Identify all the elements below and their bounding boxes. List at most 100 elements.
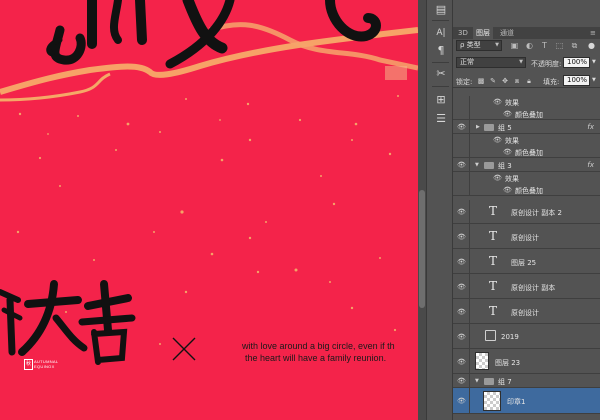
eye-icon[interactable]: 👁︎ bbox=[503, 148, 512, 156]
panel-tabs: 3D 图层 通道 ≡ bbox=[453, 27, 600, 39]
tab-layers[interactable]: 图层 bbox=[473, 27, 493, 39]
layer-row[interactable]: 👁︎ 2019 bbox=[453, 324, 600, 349]
layer-thumbnail bbox=[475, 352, 489, 370]
layer-row[interactable]: 👁︎ T 原创设计 副本 2 bbox=[453, 200, 600, 224]
eye-icon[interactable]: 👁︎ bbox=[493, 136, 502, 144]
fill-field[interactable]: 100% bbox=[563, 75, 590, 86]
fx-icon[interactable]: fx bbox=[587, 123, 594, 131]
layer-name: 颜色叠加 bbox=[515, 187, 543, 195]
eye-icon[interactable]: 👁︎ bbox=[457, 123, 466, 131]
lock-artboard-icon[interactable]: ⧈ bbox=[513, 77, 521, 85]
scrollbar-thumb[interactable] bbox=[419, 190, 425, 308]
folder-icon bbox=[484, 378, 494, 385]
chevron-down-icon: ▼ bbox=[519, 59, 523, 65]
layer-row-selected[interactable]: 👁︎ 印章1 bbox=[453, 388, 600, 414]
eye-column-divider bbox=[469, 249, 470, 273]
lock-pixels-icon[interactable]: ✎ bbox=[489, 77, 497, 85]
filter-pixel-icon[interactable]: ▣ bbox=[510, 41, 519, 50]
clone-source-icon[interactable]: ⊞ bbox=[433, 92, 449, 108]
canvas-vertical-scrollbar[interactable] bbox=[418, 0, 426, 420]
paragraph-icon[interactable]: ¶ bbox=[433, 43, 449, 59]
layer-filter-select[interactable]: ρ 类型 ▼ bbox=[456, 40, 502, 51]
layer-row[interactable]: 👁︎ T 原创设计 副本 bbox=[453, 274, 600, 299]
eye-icon[interactable]: 👁︎ bbox=[457, 283, 466, 291]
filter-type-icon[interactable]: T bbox=[540, 41, 549, 50]
layer-thumbnail bbox=[483, 391, 501, 411]
lock-label: 锁定: bbox=[456, 78, 473, 86]
eye-column-divider bbox=[469, 184, 470, 195]
layer-effect-row[interactable]: 👁︎ 颜色叠加 bbox=[453, 108, 600, 120]
eye-column-divider bbox=[469, 96, 470, 108]
lock-position-icon[interactable]: ✥ bbox=[501, 77, 509, 85]
eye-column-divider bbox=[469, 200, 470, 223]
layer-row[interactable]: 👁︎ T 原创设计 bbox=[453, 224, 600, 249]
blend-mode-select[interactable]: 正常 ▼ bbox=[456, 57, 526, 68]
tab-3d[interactable]: 3D bbox=[455, 27, 471, 39]
layer-effect-row[interactable]: 👁︎ 颜色叠加 bbox=[453, 184, 600, 196]
opacity-field[interactable]: 100% bbox=[563, 57, 590, 68]
chevron-down-icon[interactable]: ▼ bbox=[592, 59, 600, 65]
fill-label: 填充: bbox=[543, 78, 560, 86]
filter-shape-icon[interactable]: ⬚ bbox=[555, 41, 564, 50]
eye-icon[interactable]: 👁︎ bbox=[457, 397, 466, 405]
layer-name: 效果 bbox=[505, 99, 519, 107]
fx-icon[interactable]: fx bbox=[587, 161, 594, 169]
filter-adjustment-icon[interactable]: ◐ bbox=[525, 41, 534, 50]
eye-column-divider bbox=[469, 108, 470, 119]
eye-column-divider bbox=[469, 146, 470, 157]
eye-icon[interactable]: 👁︎ bbox=[503, 186, 512, 194]
layer-name: 效果 bbox=[505, 175, 519, 183]
layer-group-row[interactable]: 👁︎ ▼ 组 7 bbox=[453, 374, 600, 388]
eye-column-divider bbox=[469, 172, 470, 184]
chevron-down-icon[interactable]: ▼ bbox=[475, 162, 479, 168]
english-caption-line-2: the heart will have a family reunion. bbox=[245, 353, 387, 363]
equinox-tag: AUTUMNAL EQUINOX bbox=[34, 359, 58, 369]
character-icon[interactable]: A| bbox=[433, 25, 449, 41]
layer-group-row[interactable]: 👁︎ ▶ 组 5 fx bbox=[453, 120, 600, 134]
filter-toggle-icon[interactable]: ● bbox=[587, 41, 596, 50]
layers-panel: 3D 图层 通道 ≡ ρ 类型 ▼ ▣ ◐ T ⬚ ⧉ ● 正常 ▼ 不透明度: 1… bbox=[453, 0, 600, 420]
eye-icon[interactable]: 👁︎ bbox=[457, 208, 466, 216]
layer-row[interactable]: 👁︎ T 图层 25 bbox=[453, 249, 600, 274]
document-canvas[interactable]: 秋 AUTUMNAL EQUINOX with love around a bi… bbox=[0, 0, 418, 420]
properties-icon[interactable]: ☰ bbox=[433, 111, 449, 127]
eye-icon[interactable]: 👁︎ bbox=[457, 233, 466, 241]
eye-icon[interactable]: 👁︎ bbox=[457, 258, 466, 266]
eye-icon[interactable]: 👁︎ bbox=[457, 377, 466, 385]
layer-name: 印章1 bbox=[507, 398, 526, 406]
history-icon[interactable]: ▤ bbox=[433, 2, 449, 18]
chevron-down-icon[interactable]: ▼ bbox=[475, 378, 479, 384]
layer-filter-label: ρ 类型 bbox=[460, 41, 481, 49]
tab-channels[interactable]: 通道 bbox=[497, 27, 517, 39]
eye-icon[interactable]: 👁︎ bbox=[493, 174, 502, 182]
layer-name: 组 3 bbox=[498, 162, 512, 170]
filter-smart-icon[interactable]: ⧉ bbox=[570, 41, 579, 50]
layer-name: 组 7 bbox=[498, 378, 512, 386]
eye-icon[interactable]: 👁︎ bbox=[493, 98, 502, 106]
layer-effects-row[interactable]: 👁︎ 效果 bbox=[453, 96, 600, 108]
layer-effect-row[interactable]: 👁︎ 颜色叠加 bbox=[453, 146, 600, 158]
layer-name: 图层 25 bbox=[511, 259, 537, 267]
chevron-right-icon[interactable]: ▶ bbox=[476, 124, 480, 130]
eye-icon[interactable]: 👁︎ bbox=[457, 161, 466, 169]
layer-row[interactable]: 👁︎ T 原创设计 bbox=[453, 299, 600, 324]
chevron-down-icon[interactable]: ▼ bbox=[592, 77, 600, 83]
eye-column-divider bbox=[469, 299, 470, 323]
layer-group-row[interactable]: 👁︎ ▼ 组 3 fx bbox=[453, 158, 600, 172]
eye-icon[interactable]: 👁︎ bbox=[457, 333, 466, 341]
eye-column-divider bbox=[469, 120, 470, 133]
layer-effects-row[interactable]: 👁︎ 效果 bbox=[453, 172, 600, 184]
eye-column-divider bbox=[469, 324, 470, 348]
brush-icon[interactable]: ✂ bbox=[433, 66, 449, 82]
lock-transparent-icon[interactable]: ▩ bbox=[477, 77, 485, 85]
layer-row[interactable]: 👁︎ 图层 23 bbox=[453, 349, 600, 374]
lock-all-icon[interactable]: 🔒︎ bbox=[525, 77, 533, 85]
equinox-line-2: EQUINOX bbox=[34, 364, 55, 369]
eye-icon[interactable]: 👁︎ bbox=[503, 110, 512, 118]
panel-menu-icon[interactable]: ≡ bbox=[587, 27, 599, 39]
eye-icon[interactable]: 👁︎ bbox=[457, 358, 466, 366]
text-layer-icon: T bbox=[489, 304, 498, 318]
layer-effects-row[interactable]: 👁︎ 效果 bbox=[453, 134, 600, 146]
eye-icon[interactable]: 👁︎ bbox=[457, 308, 466, 316]
layer-name: 颜色叠加 bbox=[515, 111, 543, 119]
